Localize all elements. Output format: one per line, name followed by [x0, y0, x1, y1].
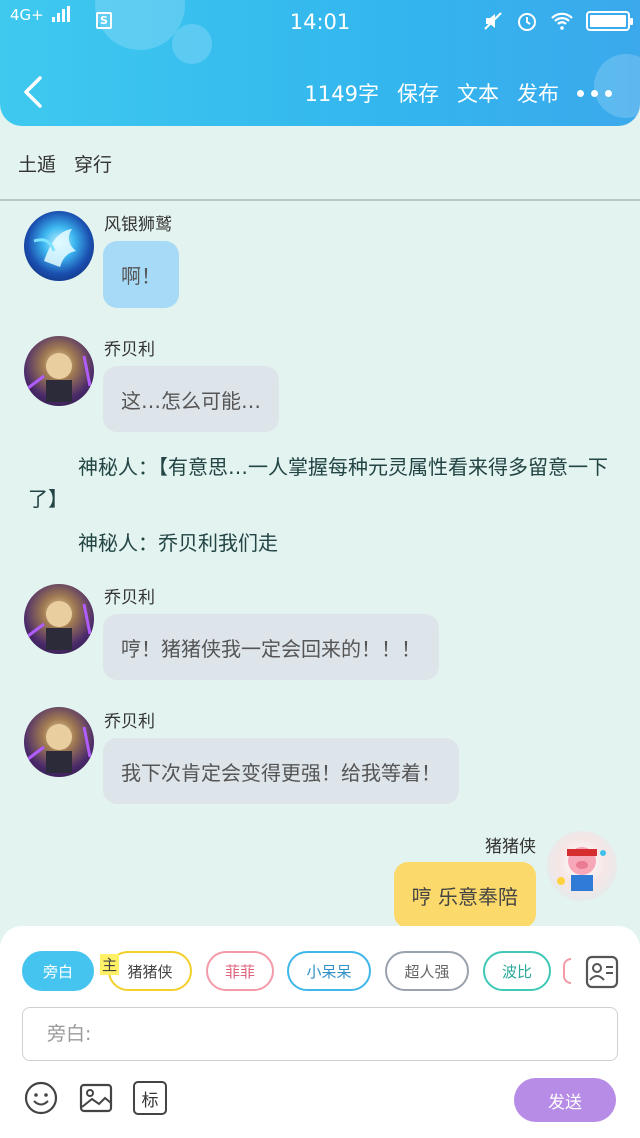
back-button[interactable] — [22, 75, 44, 109]
role-chip[interactable]: 猪猪侠 — [108, 951, 192, 991]
tag[interactable]: 穿行 — [74, 150, 112, 177]
word-count: 1149字 — [304, 82, 379, 106]
image-icon[interactable] — [79, 1081, 113, 1115]
character-icon — [27, 601, 92, 650]
toolbar: 1149字 保存 文本 发布 — [287, 78, 612, 108]
message-bubble: 啊！ — [103, 241, 179, 308]
message-bubble: 我下次肯定会变得更强！给我等着！ — [103, 738, 459, 804]
speaker-name: 乔贝利 — [104, 340, 155, 360]
contacts-icon[interactable] — [584, 954, 620, 990]
composer-panel: 旁白 猪猪侠 主 菲菲 小呆呆 超人强 波比 标 发送 — [0, 926, 640, 1138]
tag-list: 土遁 穿行 — [18, 150, 112, 177]
gryphon-icon — [33, 229, 76, 267]
speaker-name: 乔贝利 — [104, 712, 155, 732]
tag[interactable]: 土遁 — [18, 150, 56, 177]
battery-icon — [586, 11, 633, 31]
send-button[interactable]: 发送 — [514, 1078, 616, 1122]
status-icons — [482, 10, 633, 32]
text-button[interactable]: 文本 — [457, 78, 499, 108]
main-role-badge: 主 — [100, 954, 120, 975]
status-bar: 4G+ S 14:01 — [0, 0, 640, 44]
character-icon — [27, 353, 92, 402]
alarm-icon — [518, 13, 536, 31]
speaker-name: 风银狮鹫 — [104, 215, 172, 235]
narration-text: 神秘人：乔贝利我们走 — [78, 531, 278, 555]
avatar[interactable] — [547, 831, 617, 901]
message-bubble: 哼 乐意奉陪 — [393, 862, 536, 928]
mute-icon — [484, 12, 502, 30]
avatar[interactable] — [24, 707, 94, 777]
emoji-icon[interactable] — [24, 1081, 58, 1115]
role-chip[interactable]: 超人强 — [385, 951, 469, 991]
mark-button[interactable]: 标 — [133, 1081, 167, 1115]
pig-hero-icon — [557, 847, 606, 891]
wifi-icon — [551, 12, 573, 30]
avatar[interactable] — [24, 584, 94, 654]
character-icon — [27, 724, 92, 773]
dialogue-input[interactable] — [22, 1007, 618, 1061]
narration-text: 神秘人：【有意思…一人掌握每种元灵属性看来得多留意一下了】 — [28, 455, 608, 511]
speaker-name: 猪猪侠 — [485, 837, 536, 857]
role-chip[interactable]: 波比 — [483, 951, 551, 991]
role-chip-overflow[interactable] — [563, 958, 571, 984]
save-button[interactable]: 保存 — [397, 78, 439, 108]
top-header: 4G+ S 14:01 1149字 保存 文本 发布 — [0, 0, 640, 126]
role-chip-narrator[interactable]: 旁白 — [22, 951, 94, 991]
role-chip[interactable]: 小呆呆 — [287, 951, 371, 991]
avatar[interactable] — [24, 211, 94, 281]
divider — [0, 199, 640, 201]
more-options-icon[interactable] — [577, 89, 612, 97]
role-chip[interactable]: 菲菲 — [206, 951, 274, 991]
message-bubble: 这…怎么可能… — [103, 366, 279, 432]
speaker-name: 乔贝利 — [104, 588, 155, 608]
publish-button[interactable]: 发布 — [517, 78, 559, 108]
avatar[interactable] — [24, 336, 94, 406]
message-bubble: 哼！猪猪侠我一定会回来的！！！ — [103, 614, 439, 680]
